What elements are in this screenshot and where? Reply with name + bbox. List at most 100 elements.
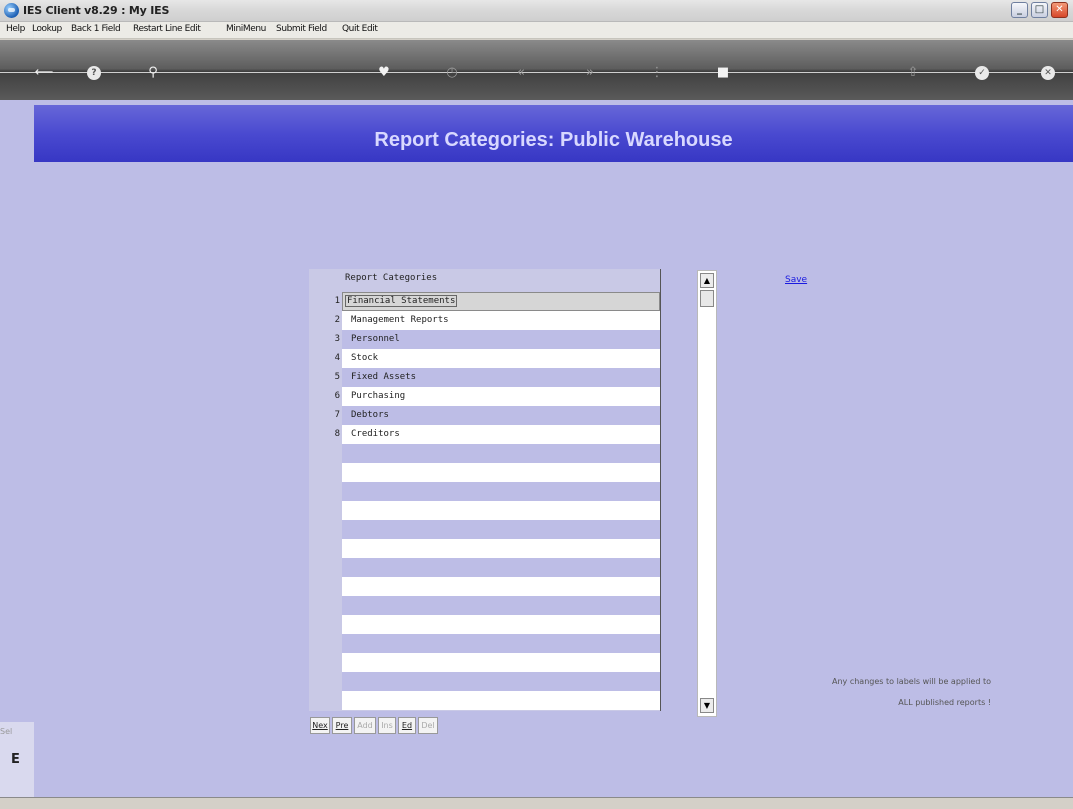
left-strip-label: Sel (0, 727, 13, 736)
add-button[interactable]: Add (354, 717, 376, 734)
note-line-1: Any changes to labels will be applied to (832, 677, 991, 686)
row-label-cell[interactable]: Creditors (342, 425, 660, 444)
table-row[interactable] (309, 634, 661, 653)
row-label-cell[interactable]: Debtors (342, 406, 660, 425)
scroll-thumb[interactable] (700, 290, 714, 307)
row-label-cell[interactable] (342, 463, 660, 482)
table-row[interactable] (309, 577, 661, 596)
table-row[interactable]: 4 Stock (309, 349, 661, 368)
row-label-cell[interactable] (342, 653, 660, 672)
table-row[interactable]: 3 Personnel (309, 330, 661, 349)
table-row[interactable] (309, 444, 661, 463)
row-label-cell[interactable]: Fixed Assets (342, 368, 660, 387)
app-icon (4, 3, 19, 18)
scroll-down-button[interactable]: ▼ (700, 698, 714, 713)
next-button[interactable]: Nex (310, 717, 330, 734)
help-icon[interactable]: ? (87, 66, 101, 80)
row-number: 2 (334, 315, 340, 325)
rewind-icon[interactable]: « (513, 66, 529, 80)
row-label-cell[interactable]: Financial Statements (342, 292, 660, 311)
insert-button[interactable]: Ins (378, 717, 396, 734)
row-label-cell[interactable] (342, 615, 660, 634)
square-icon[interactable]: ■ (716, 66, 730, 80)
row-number: 5 (334, 372, 340, 382)
table-row[interactable]: 7 Debtors (309, 406, 661, 425)
row-label: Personnel (351, 334, 400, 344)
close-icon[interactable]: ✕ (1041, 66, 1055, 80)
clock-icon[interactable]: ◷ (444, 66, 460, 80)
previous-button[interactable]: Pre (332, 717, 352, 734)
table-row[interactable] (309, 539, 661, 558)
left-strip-char: E (11, 752, 20, 767)
table-row[interactable] (309, 596, 661, 615)
up-icon[interactable]: ⇧ (905, 66, 921, 80)
table-row[interactable] (309, 501, 661, 520)
menu-minimenu[interactable]: MiniMenu (226, 24, 266, 34)
menu-submit-field[interactable]: Submit Field (276, 24, 327, 34)
row-label-cell[interactable] (342, 444, 660, 463)
maximize-button[interactable]: □ (1031, 2, 1048, 18)
forward-icon[interactable]: » (582, 66, 598, 80)
row-number: 4 (334, 353, 340, 363)
row-label-cell[interactable] (342, 577, 660, 596)
window-title: IES Client v8.29 : My IES (23, 4, 170, 17)
row-label-cell[interactable] (342, 482, 660, 501)
edit-button[interactable]: Ed (398, 717, 416, 734)
row-number: 3 (334, 334, 340, 344)
left-strip: Sel E (0, 722, 34, 797)
row-label-cell[interactable] (342, 672, 660, 691)
table-row[interactable]: 2 Management Reports (309, 311, 661, 330)
menu-quit-edit[interactable]: Quit Edit (342, 24, 378, 34)
table-row[interactable] (309, 691, 661, 710)
row-label-cell[interactable] (342, 634, 660, 653)
table-row[interactable] (309, 672, 661, 691)
table-row[interactable]: 1 Financial Statements (309, 292, 661, 311)
row-label-cell[interactable] (342, 596, 660, 615)
scroll-up-button[interactable]: ▲ (700, 273, 714, 288)
table-row[interactable] (309, 463, 661, 482)
menu-back-1-field[interactable]: Back 1 Field (71, 24, 121, 34)
row-number: 1 (334, 296, 340, 306)
row-label-cell[interactable] (342, 520, 660, 539)
row-label-cell[interactable]: Management Reports (342, 311, 660, 330)
row-label-cell[interactable] (342, 501, 660, 520)
grid-rows: 1 Financial Statements 2 Management Reports… (309, 292, 661, 710)
row-label-cell[interactable] (342, 558, 660, 577)
scrollbar[interactable]: ▲ ▼ (697, 270, 717, 717)
row-label: Management Reports (351, 315, 449, 325)
row-label-cell[interactable]: Personnel (342, 330, 660, 349)
row-number: 8 (334, 429, 340, 439)
table-row[interactable] (309, 615, 661, 634)
row-label: Purchasing (351, 391, 406, 401)
delete-button[interactable]: Del (418, 717, 438, 734)
row-label-cell[interactable] (342, 691, 660, 710)
heart-icon[interactable]: ♥ (376, 66, 392, 80)
menu-lookup[interactable]: Lookup (32, 24, 62, 34)
search-icon[interactable]: ⚲ (145, 66, 161, 80)
grid-column-header: Report Categories (345, 273, 438, 283)
save-link[interactable]: Save (785, 275, 807, 285)
row-label-cell[interactable]: Purchasing (342, 387, 660, 406)
window-bottom-border (0, 797, 1073, 809)
menu-restart-line-edit[interactable]: Restart Line Edit (133, 24, 201, 34)
check-icon[interactable]: ✓ (975, 66, 989, 80)
table-row[interactable]: 5 Fixed Assets (309, 368, 661, 387)
header-band: Report Categories: Public Warehouse (34, 105, 1073, 162)
table-row[interactable] (309, 653, 661, 672)
row-label: Financial Statements (345, 295, 458, 307)
menu-help[interactable]: Help (6, 24, 25, 34)
table-row[interactable] (309, 482, 661, 501)
table-row[interactable]: 6 Purchasing (309, 387, 661, 406)
title-bar: IES Client v8.29 : My IES _ □ ✕ (0, 0, 1073, 22)
back-key-icon[interactable]: ⟵ (30, 66, 58, 80)
row-label-cell[interactable] (342, 539, 660, 558)
row-label: Stock (351, 353, 379, 363)
row-number: 7 (334, 410, 340, 420)
mid-icon[interactable]: ⋮ (649, 66, 665, 80)
table-row[interactable] (309, 520, 661, 539)
row-label-cell[interactable]: Stock (342, 349, 660, 368)
minimize-button[interactable]: _ (1011, 2, 1028, 18)
close-button[interactable]: ✕ (1051, 2, 1068, 18)
table-row[interactable] (309, 558, 661, 577)
table-row[interactable]: 8 Creditors (309, 425, 661, 444)
